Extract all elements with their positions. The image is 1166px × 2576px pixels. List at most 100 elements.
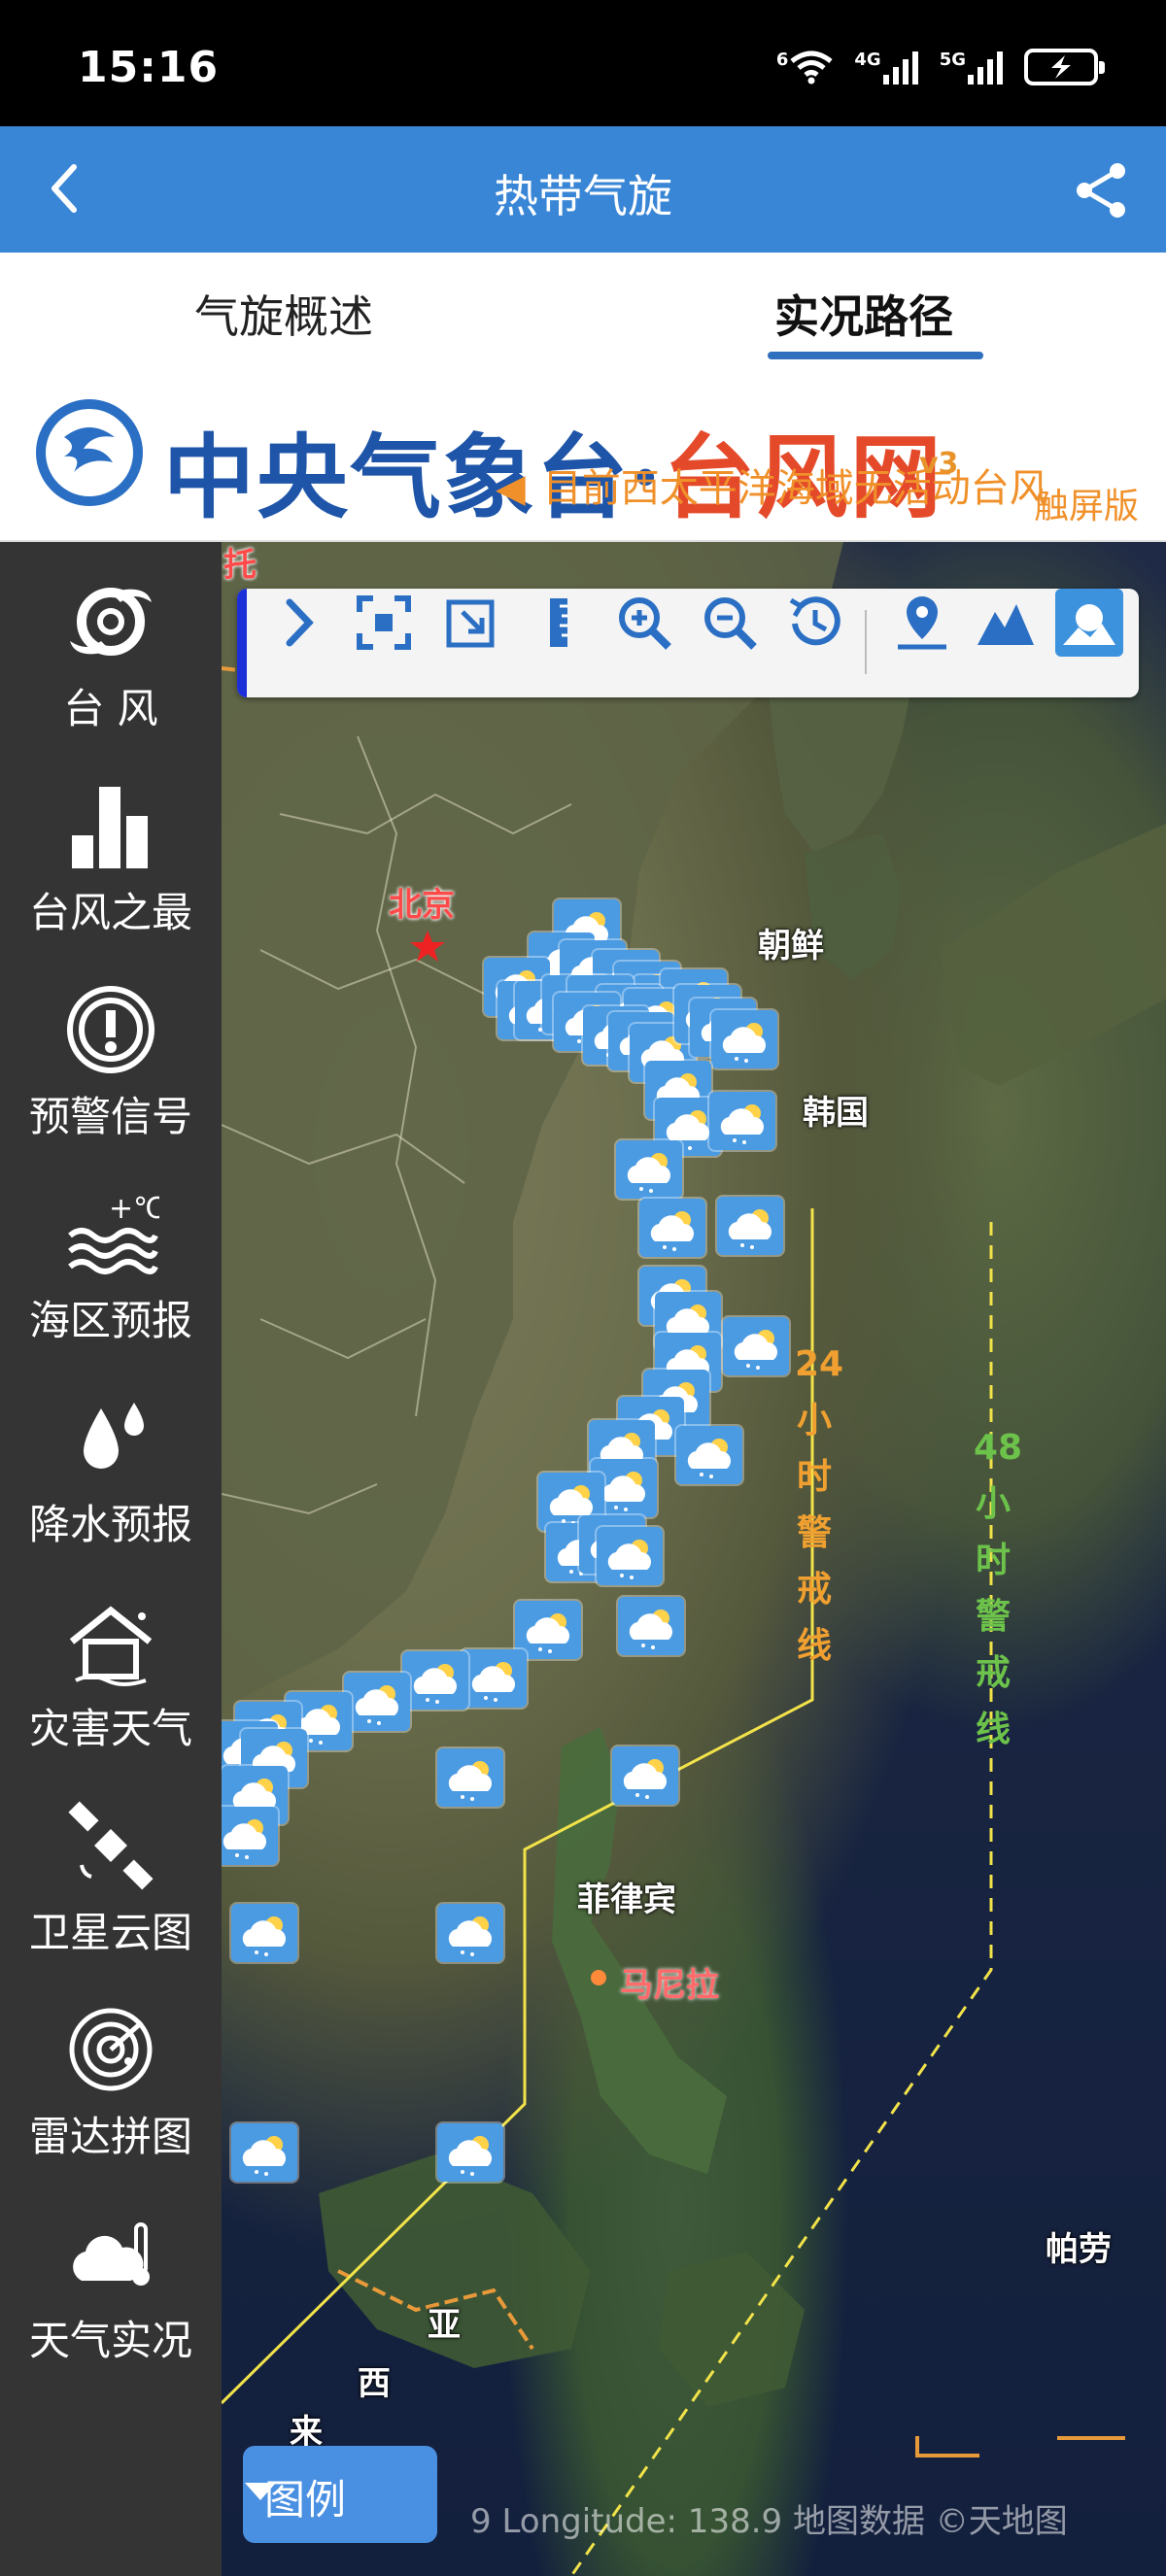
cma-logo-icon <box>36 399 143 506</box>
tab-live-track[interactable]: 实况路径 <box>774 282 953 346</box>
bar-chart-icon <box>72 787 148 868</box>
warning-24h-char: 24 <box>795 1344 844 1384</box>
map-coord-attribution: 9 Longitude: 138.9 地图数据 ©天地图 <box>470 2502 1068 2541</box>
warning-48h-char: 警 <box>975 1597 1011 1637</box>
weather-icon[interactable] <box>231 1904 297 1962</box>
expand-arrow-icon[interactable] <box>266 589 334 657</box>
sea-temp-icon: +℃ <box>68 1192 159 1274</box>
manila-dot-icon <box>591 1970 606 1985</box>
warning-24h-char: 警 <box>796 1513 832 1553</box>
weather-icon[interactable] <box>717 1197 783 1255</box>
map-toolbar <box>237 589 1139 697</box>
weather-icon[interactable] <box>612 1746 678 1805</box>
legend-button[interactable]: 图例 <box>243 2446 437 2543</box>
sidebar-item-records[interactable]: 台风之最 <box>0 756 222 960</box>
toolbar-separator <box>865 610 867 674</box>
typhoon-banner: 中央气象台·台风网 v3 ◀ 目前西太平洋海域无活动台风 触屏版 <box>0 369 1166 542</box>
warning-24h-char: 小 <box>796 1401 832 1441</box>
weather-icon[interactable] <box>231 2123 297 2182</box>
sidebar-item-sea-forecast[interactable]: +℃ 海区预报 <box>0 1164 222 1368</box>
cloud-thermometer-icon <box>73 2222 150 2286</box>
sidebar: 台 风 台风之最 预警信号 +℃ 海区预报 降水预报 灾害天气 卫星云图 雷达拼… <box>0 542 222 2576</box>
sidebar-item-weather-live[interactable]: 天气实况 <box>0 2184 222 2388</box>
weather-icon[interactable] <box>437 2123 503 2182</box>
weather-icon[interactable] <box>709 1092 775 1150</box>
warning-48h-char: 线 <box>975 1710 1011 1749</box>
typhoon-map[interactable]: 北京 朝鲜 韩国 菲律宾 马尼拉 帕劳 亚 西 来 托 24 小 时 警 戒 线… <box>222 542 1166 2576</box>
weather-icon[interactable] <box>616 1140 682 1199</box>
zoom-out-icon[interactable] <box>696 589 764 657</box>
weather-icon[interactable] <box>344 1673 410 1731</box>
sidebar-label: 雷达拼图 <box>28 2113 192 2160</box>
battery-icon <box>1024 49 1105 85</box>
weather-icon[interactable] <box>222 1807 278 1865</box>
map-corner-marks <box>915 2436 1125 2457</box>
status-icons: 6 4G 5G <box>776 45 1105 89</box>
zoom-in-icon[interactable] <box>610 589 678 657</box>
satellite-icon <box>68 1801 154 1890</box>
sulawesi-land <box>659 2252 805 2407</box>
warning-24h-char: 线 <box>796 1626 832 1666</box>
weather-icon[interactable] <box>639 1199 705 1257</box>
weather-icon[interactable] <box>597 1527 663 1585</box>
weather-icon[interactable] <box>402 1651 468 1710</box>
satellite-layer-icon[interactable] <box>1055 589 1123 657</box>
toolbar-edge <box>237 589 247 697</box>
label-north-korea: 朝鲜 <box>758 927 824 966</box>
sidebar-label: 天气实况 <box>28 2317 192 2364</box>
sidebar-item-warnings[interactable]: 预警信号 <box>0 960 222 1164</box>
tab-bar: 气旋概述 实况路径 <box>0 253 1166 369</box>
share-button[interactable] <box>1071 159 1133 221</box>
weather-icon[interactable] <box>461 1649 527 1708</box>
warning-signal-icon <box>67 986 154 1073</box>
label-palau: 帕劳 <box>1046 2230 1112 2269</box>
sidebar-label: 台风之最 <box>28 889 192 936</box>
weather-icon[interactable] <box>723 1317 789 1375</box>
wifi-icon: 6 <box>776 50 834 85</box>
location-pin-icon[interactable] <box>888 589 956 657</box>
label-xi: 西 <box>358 2364 391 2403</box>
fullscreen-icon[interactable] <box>350 589 418 657</box>
history-clock-icon[interactable] <box>781 589 849 657</box>
sidebar-item-disaster-weather[interactable]: 灾害天气 <box>0 1572 222 1776</box>
warning-24h-label: 24 小 时 警 戒 线 <box>795 1337 844 1675</box>
label-top-fragment: 托 <box>223 546 257 585</box>
warning-48h-char: 戒 <box>975 1653 1011 1693</box>
warning-24h-char: 戒 <box>796 1570 832 1610</box>
warning-48h-label: 48 小 时 警 戒 线 <box>974 1420 1023 1758</box>
terrain-icon[interactable] <box>972 589 1040 657</box>
sidebar-item-precipitation[interactable]: 降水预报 <box>0 1368 222 1572</box>
label-beijing: 北京 <box>389 886 455 925</box>
map-overlay <box>222 542 1166 2576</box>
caret-down-icon <box>245 2483 276 2500</box>
export-icon[interactable] <box>437 589 505 657</box>
sidebar-item-typhoon[interactable]: 台 风 <box>0 552 222 756</box>
sidebar-item-satellite[interactable]: 卫星云图 <box>0 1776 222 1980</box>
signal-4g-label: 4G <box>854 50 881 70</box>
weather-icon[interactable] <box>676 1426 742 1484</box>
speaker-icon: ◀ <box>496 466 526 511</box>
marquee-text: 目前西太平洋海域无活动台风 <box>542 466 1048 511</box>
ruler-icon[interactable] <box>525 589 593 657</box>
sidebar-label: 灾害天气 <box>28 1705 192 1752</box>
tab-overview[interactable]: 气旋概述 <box>194 282 373 346</box>
warning-48h-char: 小 <box>975 1484 1011 1524</box>
warning-24h-char: 时 <box>796 1457 832 1497</box>
house-disaster-icon <box>69 1606 153 1686</box>
banner-marquee: ◀ 目前西太平洋海域无活动台风 <box>496 457 1048 513</box>
raindrop-icon <box>84 1403 144 1469</box>
sidebar-item-radar[interactable]: 雷达拼图 <box>0 1980 222 2184</box>
sidebar-label: 卫星云图 <box>28 1909 192 1956</box>
touch-version-link[interactable]: 触屏版 <box>1034 478 1139 528</box>
weather-icon[interactable] <box>437 1748 503 1807</box>
status-bar: 15:16 6 4G 5G <box>0 0 1166 126</box>
weather-icon[interactable] <box>711 1010 777 1068</box>
weather-icon[interactable] <box>618 1597 684 1655</box>
weather-icon[interactable] <box>437 1904 503 1962</box>
app-header: 热带气旋 <box>0 126 1166 253</box>
warning-48h-char: 48 <box>974 1428 1023 1468</box>
active-tab-indicator <box>768 352 983 359</box>
wifi-label: 6 <box>775 50 789 70</box>
signal-4g-icon: 4G <box>854 50 918 85</box>
sidebar-label: 降水预报 <box>28 1501 192 1548</box>
